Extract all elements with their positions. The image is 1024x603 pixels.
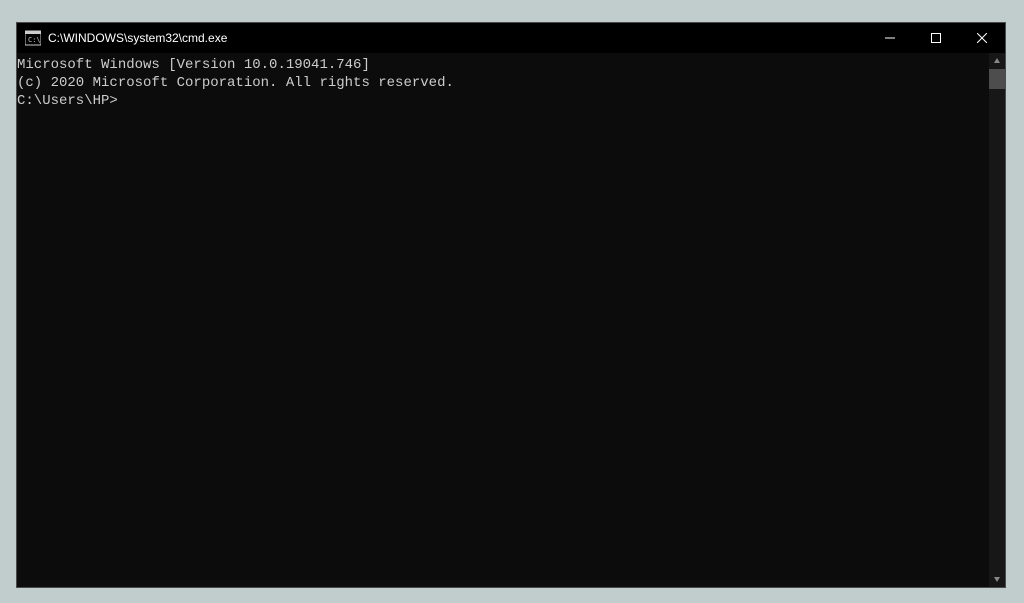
scrollbar-up-arrow-icon[interactable]	[989, 53, 1005, 69]
scrollbar-thumb[interactable]	[989, 69, 1005, 89]
minimize-button[interactable]	[867, 23, 913, 53]
terminal-line: Microsoft Windows [Version 10.0.19041.74…	[17, 56, 989, 74]
terminal-content[interactable]: Microsoft Windows [Version 10.0.19041.74…	[17, 53, 989, 587]
scrollbar-down-arrow-icon[interactable]	[989, 571, 1005, 587]
terminal-body: Microsoft Windows [Version 10.0.19041.74…	[17, 53, 1005, 587]
cmd-window: C:\ C:\WINDOWS\system32\cmd.exe	[16, 22, 1006, 588]
terminal-prompt: C:\Users\HP>	[17, 92, 989, 110]
terminal-line: (c) 2020 Microsoft Corporation. All righ…	[17, 74, 989, 92]
svg-text:C:\: C:\	[28, 36, 41, 44]
titlebar[interactable]: C:\ C:\WINDOWS\system32\cmd.exe	[17, 23, 1005, 53]
window-controls	[867, 23, 1005, 53]
close-button[interactable]	[959, 23, 1005, 53]
scrollbar-track[interactable]	[989, 69, 1005, 571]
maximize-button[interactable]	[913, 23, 959, 53]
cmd-icon: C:\	[25, 30, 41, 46]
vertical-scrollbar[interactable]	[989, 53, 1005, 587]
titlebar-left: C:\ C:\WINDOWS\system32\cmd.exe	[17, 30, 227, 46]
window-title: C:\WINDOWS\system32\cmd.exe	[48, 31, 227, 45]
